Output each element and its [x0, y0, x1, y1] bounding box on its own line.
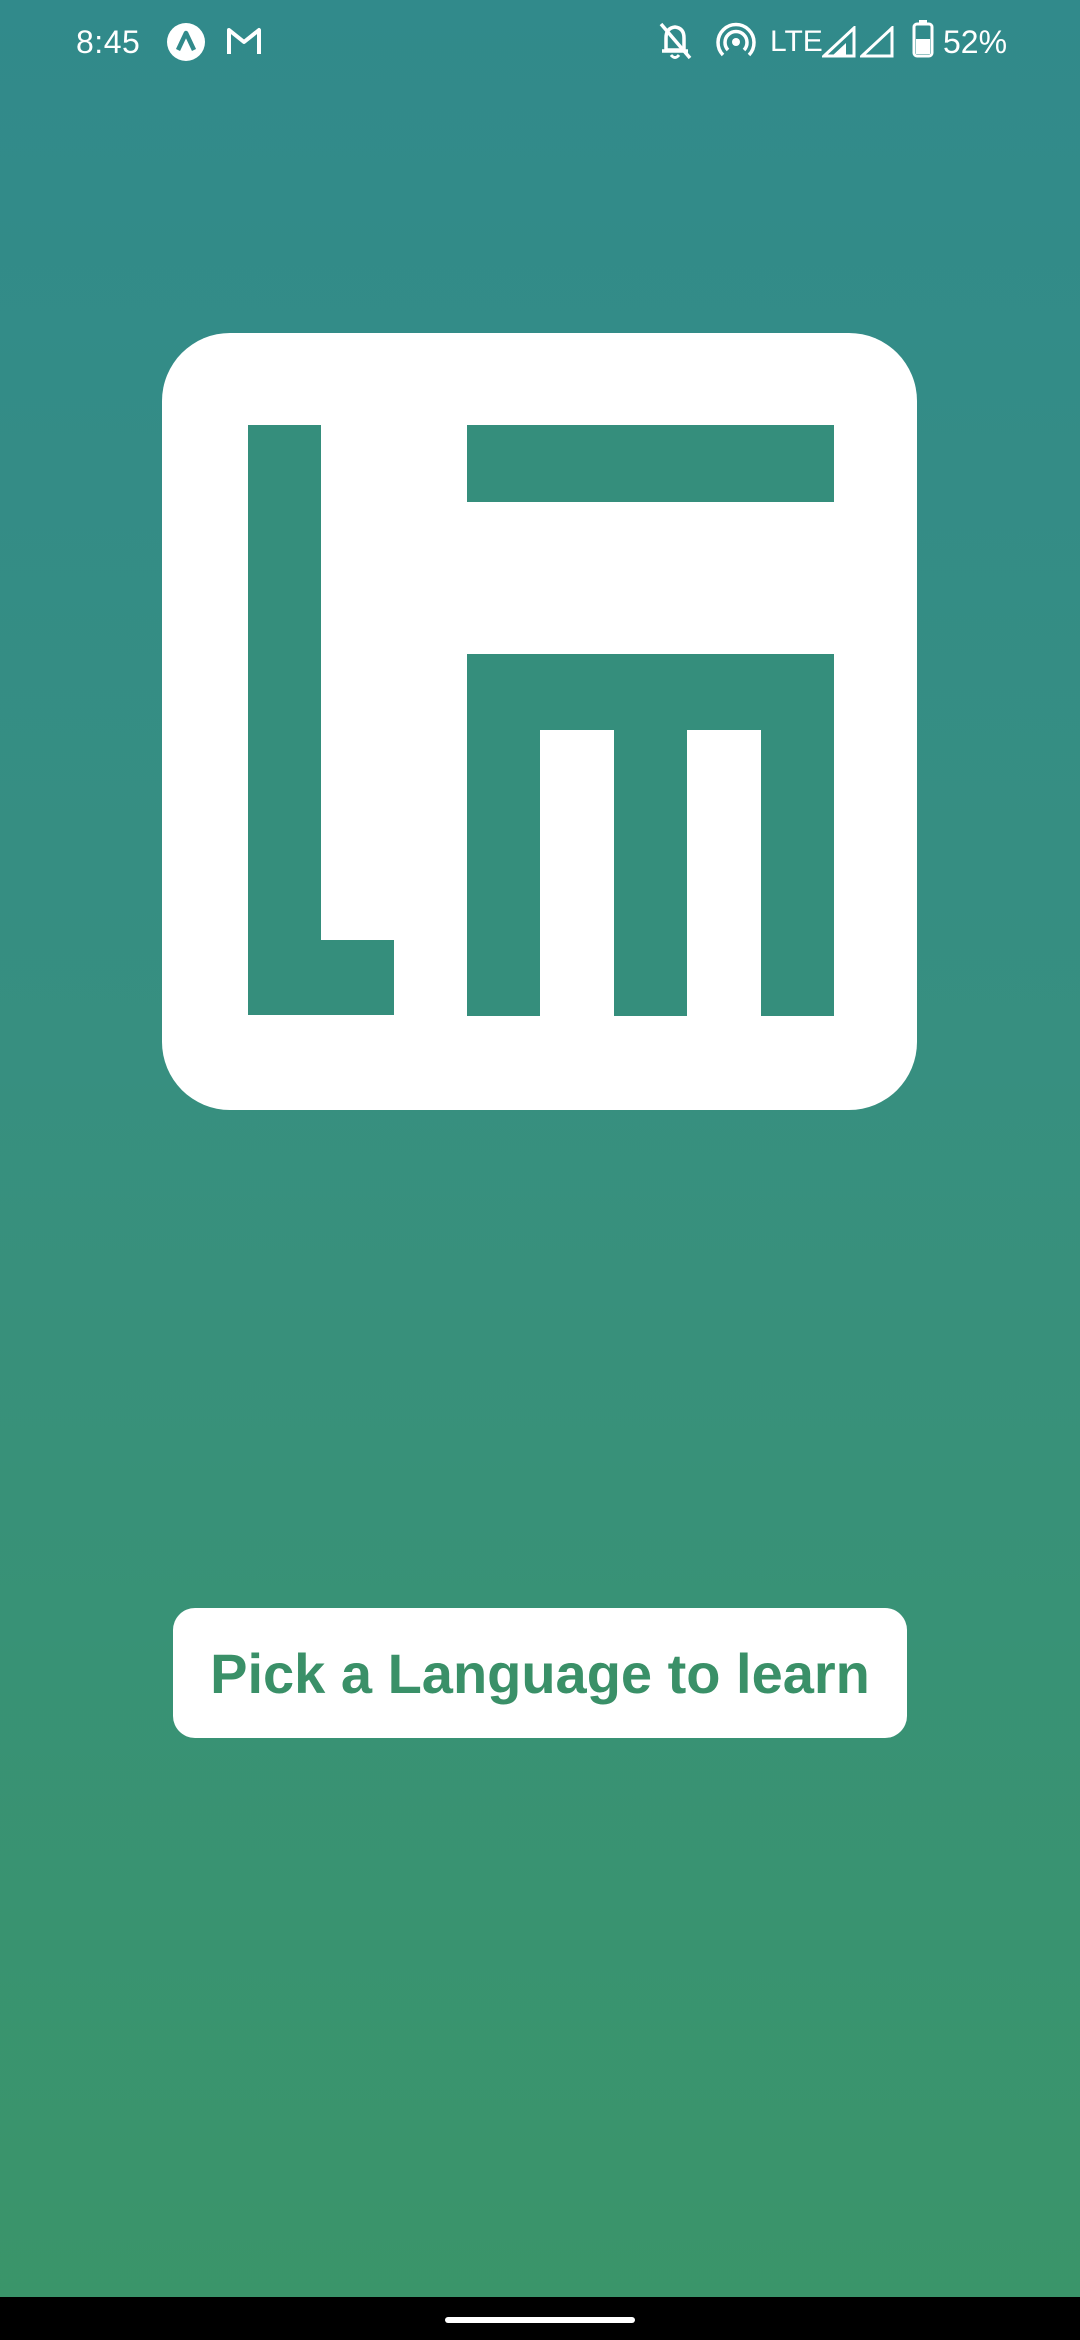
home-gesture-handle[interactable]: [445, 2317, 635, 2323]
status-bar: 8:45 LTE 52%: [0, 0, 1080, 84]
battery-icon: [912, 20, 934, 58]
status-time: 8:45: [76, 24, 141, 60]
signal-icon: [822, 26, 856, 58]
signal-icon: [860, 26, 894, 58]
pick-language-button[interactable]: Pick a Language to learn: [173, 1608, 907, 1738]
hotspot-icon: [716, 22, 756, 62]
notifications-off-icon: [656, 20, 694, 62]
navigation-bar: [0, 2297, 1080, 2340]
app-a-icon: [166, 22, 206, 62]
language-app-logo-icon: [248, 425, 834, 1016]
gmail-icon: [226, 24, 262, 58]
app-logo: [162, 333, 917, 1110]
pick-language-label: Pick a Language to learn: [210, 1641, 870, 1705]
battery-level: 52%: [943, 24, 1008, 60]
network-type: LTE: [770, 25, 823, 58]
